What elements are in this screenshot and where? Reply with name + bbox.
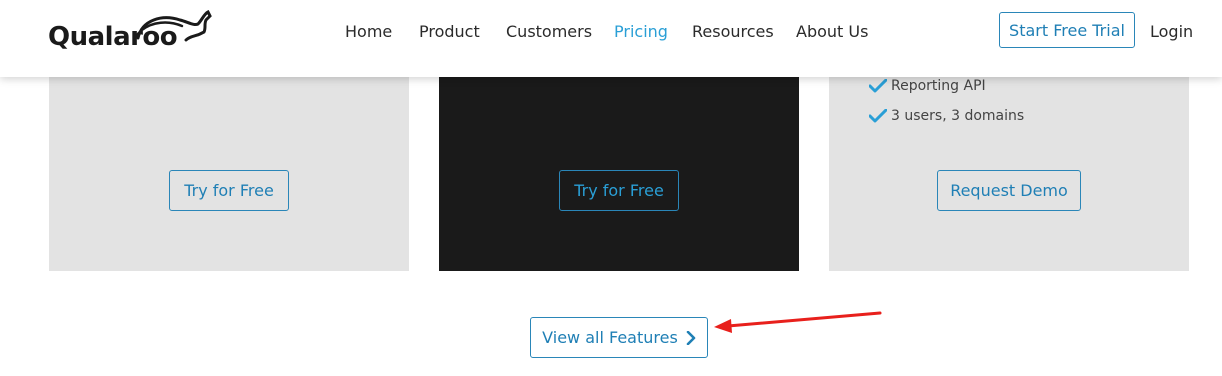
nav-item-product[interactable]: Product [419,22,480,41]
login-link[interactable]: Login [1150,22,1193,41]
feature-item: Reporting API [869,76,986,96]
kangaroo-icon [136,10,212,42]
request-demo-button[interactable]: Request Demo [937,170,1081,211]
plan-card-featured: Try for Free [439,60,799,271]
pricing-page: Try for Free Try for Free Reporting API … [0,0,1222,376]
feature-item: 3 users, 3 domains [869,106,1024,126]
feature-label: 3 users, 3 domains [891,108,1025,124]
try-for-free-button[interactable]: Try for Free [559,170,679,211]
try-for-free-button[interactable]: Try for Free [169,170,289,211]
plan-card-basic: Try for Free [49,60,409,271]
start-free-trial-button[interactable]: Start Free Trial [999,12,1135,48]
view-all-features-label: View all Features [542,328,678,347]
view-all-features-button[interactable]: View all Features [530,317,708,358]
nav-item-about-us[interactable]: About Us [796,22,868,41]
nav-item-pricing[interactable]: Pricing [614,22,668,41]
nav-item-home[interactable]: Home [345,22,392,41]
feature-label: Reporting API [891,78,986,94]
plan-card-enterprise: Reporting API 3 users, 3 domains Request… [829,60,1189,271]
nav-item-customers[interactable]: Customers [506,22,592,41]
brand-logo[interactable]: Qualaroo [48,10,218,54]
nav-item-resources[interactable]: Resources [692,22,774,41]
check-icon [869,79,887,93]
site-header: Qualaroo Home Product Customers Pricing … [0,0,1222,77]
chevron-right-icon [686,330,696,345]
check-icon [869,109,887,123]
